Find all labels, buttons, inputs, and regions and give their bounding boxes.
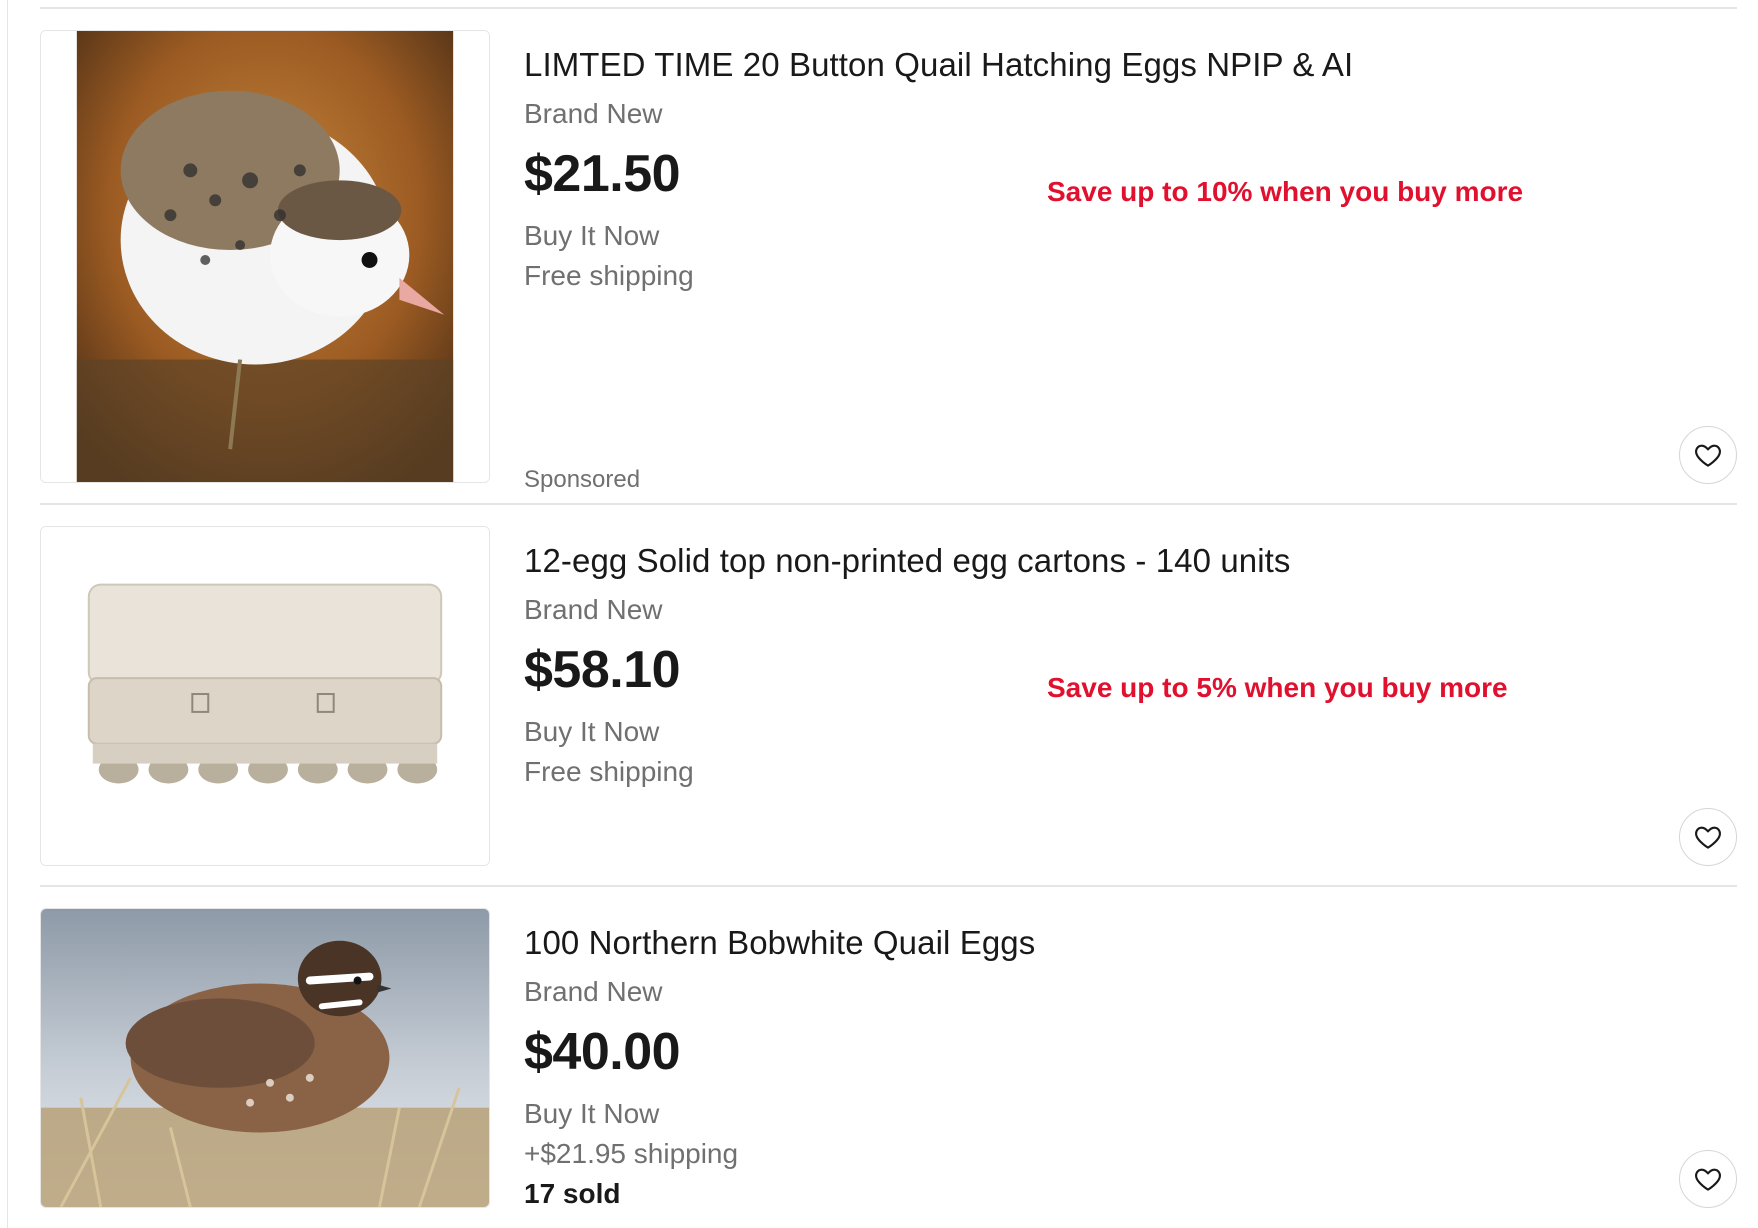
- egg-carton-photo-icon: [41, 527, 489, 865]
- listing-title[interactable]: 100 Northern Bobwhite Quail Eggs: [524, 924, 1035, 962]
- listing-sold-count: 17 sold: [524, 1178, 621, 1209]
- listing-title[interactable]: LIMTED TIME 20 Button Quail Hatching Egg…: [524, 46, 1353, 84]
- watch-button[interactable]: [1679, 426, 1737, 484]
- listing-item: 12-egg Solid top non-printed egg cartons…: [40, 526, 1737, 866]
- listing-image[interactable]: [40, 526, 490, 866]
- divider: [40, 503, 1737, 505]
- listing-promo: Save up to 10% when you buy more: [1047, 176, 1524, 207]
- heart-icon: [1695, 444, 1721, 467]
- listing-image[interactable]: [40, 908, 490, 1208]
- watch-button[interactable]: [1679, 1150, 1737, 1208]
- listing-image[interactable]: [40, 30, 490, 483]
- watch-button[interactable]: [1679, 808, 1737, 866]
- listing-format: Buy It Now: [524, 716, 660, 747]
- listing-format: Buy It Now: [524, 1098, 660, 1129]
- listing-item: 100 Northern Bobwhite Quail Eggs Brand N…: [40, 908, 1737, 1218]
- bobwhite-quail-photo-icon: [41, 909, 489, 1207]
- listing-price: $58.10: [524, 641, 681, 699]
- left-divider: [7, 0, 8, 1228]
- listing-condition: Brand New: [524, 98, 663, 129]
- listing-shipping: Free shipping: [524, 756, 694, 787]
- search-results-page: LIMTED TIME 20 Button Quail Hatching Egg…: [0, 0, 1758, 1228]
- listing-shipping: Free shipping: [524, 260, 694, 291]
- heart-icon: [1695, 826, 1721, 849]
- listing-title[interactable]: 12-egg Solid top non-printed egg cartons…: [524, 542, 1291, 580]
- listing-price: $40.00: [524, 1023, 681, 1081]
- sponsored-label: Sponsored: [524, 466, 641, 493]
- divider: [40, 7, 1737, 9]
- listing-promo: Save up to 5% when you buy more: [1047, 672, 1508, 703]
- quail-photo-icon: [41, 31, 489, 482]
- listing-item: LIMTED TIME 20 Button Quail Hatching Egg…: [40, 30, 1737, 493]
- listing-price: $21.50: [524, 145, 681, 203]
- listing-condition: Brand New: [524, 976, 663, 1007]
- listing-format: Buy It Now: [524, 220, 660, 251]
- listing-shipping: +$21.95 shipping: [524, 1138, 739, 1169]
- divider: [40, 885, 1737, 887]
- listing-condition: Brand New: [524, 594, 663, 625]
- heart-icon: [1695, 1168, 1721, 1191]
